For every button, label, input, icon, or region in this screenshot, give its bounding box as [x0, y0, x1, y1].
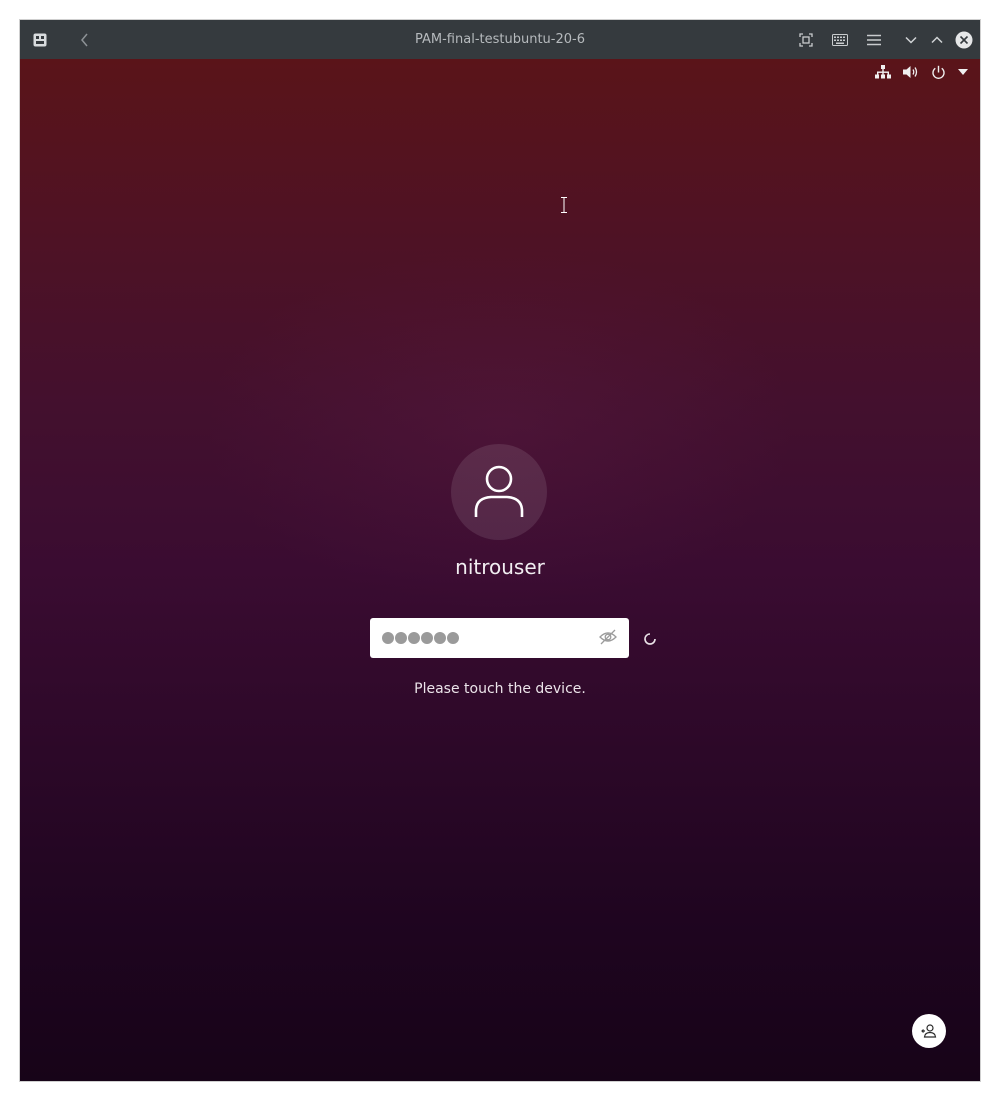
reveal-password-icon[interactable] — [599, 629, 617, 649]
password-dot — [421, 632, 433, 644]
network-icon — [875, 64, 891, 80]
password-dot — [447, 632, 459, 644]
keyboard-icon[interactable] — [828, 20, 852, 59]
password-dots — [382, 632, 459, 644]
volume-icon — [903, 65, 919, 79]
window-titlebar: PAM-final-testubuntu-20-6 — [20, 20, 980, 59]
username-label: nitrouser — [455, 555, 545, 579]
system-status-area[interactable] — [875, 59, 968, 85]
switch-user-button[interactable] — [912, 1014, 946, 1048]
text-cursor-icon — [560, 197, 568, 217]
password-dot — [395, 632, 407, 644]
vm-window: PAM-final-testubuntu-20-6 nitrouser Plea… — [20, 20, 980, 1081]
hamburger-menu-icon[interactable] — [863, 20, 885, 59]
loading-spinner-icon — [643, 631, 657, 650]
minimize-icon[interactable] — [901, 20, 921, 59]
close-icon[interactable] — [953, 20, 975, 59]
password-dot — [434, 632, 446, 644]
password-dot — [382, 632, 394, 644]
dropdown-arrow-icon — [958, 69, 968, 75]
maximize-icon[interactable] — [927, 20, 947, 59]
switch-user-icon — [921, 1024, 937, 1038]
user-avatar — [451, 444, 547, 540]
power-icon — [931, 65, 946, 80]
login-screen: nitrouser Please touch the device. — [20, 59, 980, 1081]
fullscreen-icon[interactable] — [795, 20, 817, 59]
status-message: Please touch the device. — [414, 681, 586, 697]
password-dot — [408, 632, 420, 644]
password-input[interactable] — [370, 618, 629, 658]
